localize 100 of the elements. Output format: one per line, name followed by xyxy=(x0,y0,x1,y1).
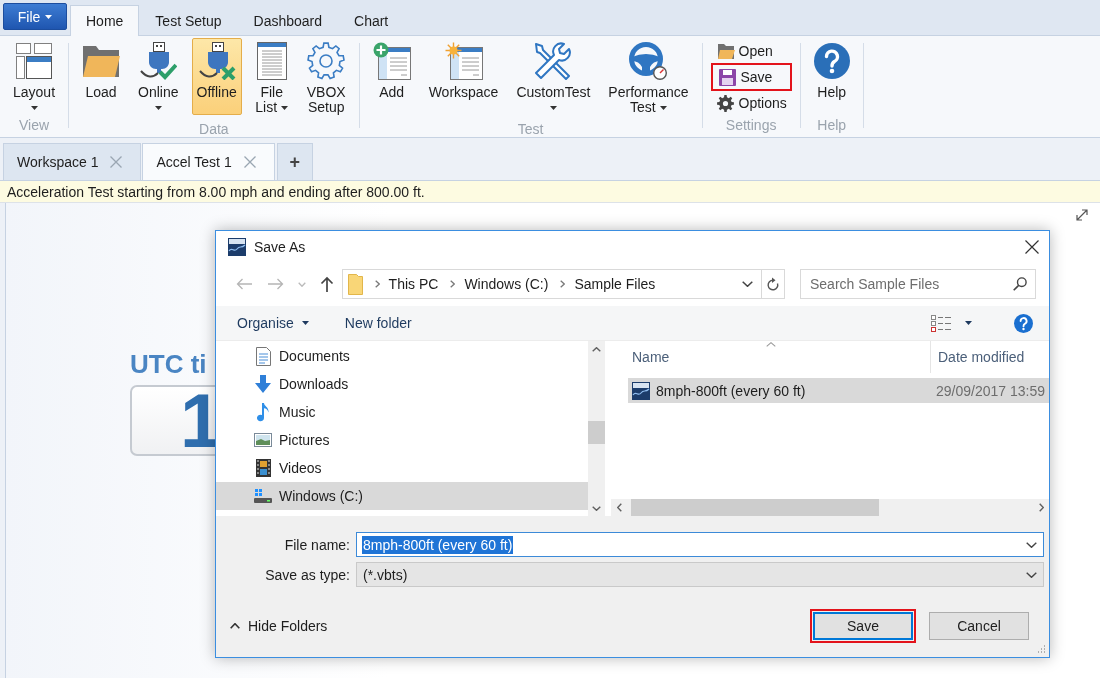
search-icon xyxy=(1013,277,1027,291)
breadcrumb-item[interactable]: Windows (C:) xyxy=(464,276,549,292)
chevron-right-icon xyxy=(450,280,456,288)
folder-icon xyxy=(347,273,363,295)
ribbon-button[interactable]: Options xyxy=(710,91,792,115)
help-icon xyxy=(813,43,850,79)
caret-icon xyxy=(965,321,972,325)
vertical-scrollbar[interactable] xyxy=(588,341,605,516)
dialog-button[interactable]: Cancel xyxy=(929,612,1029,640)
hide-folders-button[interactable]: Hide Folders xyxy=(230,618,328,634)
chevron-down-icon[interactable] xyxy=(1026,571,1037,578)
file-menu-button[interactable]: File xyxy=(3,3,67,30)
caret-icon xyxy=(45,14,53,19)
music-note-icon xyxy=(257,402,269,422)
chevron-down-icon[interactable] xyxy=(1026,541,1037,548)
scroll-right-icon[interactable] xyxy=(1039,503,1044,512)
nav-item[interactable]: Documents xyxy=(216,342,588,370)
gear-icon xyxy=(307,42,346,80)
nav-item[interactable]: Videos xyxy=(216,454,588,482)
ribbon-button[interactable]: Add xyxy=(367,38,416,115)
document-list-icon xyxy=(256,42,287,80)
usb-plug-check-icon xyxy=(139,42,178,80)
scroll-up-icon[interactable] xyxy=(592,347,601,352)
ribbon-button[interactable]: Load xyxy=(77,38,126,115)
caret-icon xyxy=(301,321,309,325)
widget-heading: UTC ti xyxy=(130,349,207,379)
resize-grip-icon xyxy=(1037,645,1046,654)
folder-icon xyxy=(716,43,735,59)
file-row[interactable]: 8mph-800ft (every 60 ft) 29/09/2017 13:59 xyxy=(628,378,1049,403)
scroll-down-icon[interactable] xyxy=(592,506,601,511)
ribbon-button[interactable]: CustomTest xyxy=(511,38,596,115)
ribbon-button[interactable]: File List xyxy=(249,38,294,119)
ribbon-button[interactable]: Layout xyxy=(8,38,61,115)
file-name: 8mph-800ft (every 60 ft) xyxy=(656,382,806,399)
scrollbar-thumb[interactable] xyxy=(631,499,879,516)
chevron-right-icon xyxy=(560,280,566,288)
up-arrow-icon[interactable] xyxy=(319,276,334,292)
folder-icon xyxy=(82,45,121,77)
picture-icon xyxy=(254,433,272,447)
dialog-button[interactable]: Save xyxy=(813,612,913,640)
layout-icon xyxy=(15,43,53,79)
scroll-left-icon[interactable] xyxy=(617,503,622,512)
ribbon-tab[interactable]: Chart xyxy=(338,5,405,36)
organise-button[interactable]: Organise xyxy=(237,315,309,331)
document-icon xyxy=(255,346,271,366)
group-label: Help xyxy=(816,116,848,135)
search-field[interactable]: Search Sample Files xyxy=(800,269,1036,299)
scrollbar-thumb[interactable] xyxy=(588,421,605,444)
ribbon-button[interactable]: Offline xyxy=(191,38,242,115)
ribbon-button[interactable]: Open xyxy=(710,39,792,63)
drive-icon xyxy=(254,489,272,503)
ribbon-tab[interactable]: Home xyxy=(70,5,140,36)
dialog-title: Save As xyxy=(254,239,307,255)
expand-icon[interactable] xyxy=(1076,209,1088,221)
chevron-right-icon xyxy=(374,280,380,288)
window-sun-icon xyxy=(444,42,483,80)
film-strip-icon xyxy=(255,459,271,477)
app-logo-icon xyxy=(632,381,650,400)
breadcrumb-item[interactable]: Sample Files xyxy=(574,276,656,292)
download-arrow-icon xyxy=(255,375,271,393)
usb-plug-cross-icon xyxy=(197,42,236,80)
file-type-select[interactable]: (*.vbts) xyxy=(356,562,1044,587)
chevron-down-icon[interactable] xyxy=(742,281,753,287)
file-name-field[interactable]: 8mph-800ft (every 60 ft) xyxy=(356,532,1044,557)
ribbon-button[interactable]: Save xyxy=(712,65,790,89)
gear-icon xyxy=(717,94,734,112)
ribbon-tab[interactable]: Dashboard xyxy=(237,5,338,36)
ribbon-button[interactable]: Help xyxy=(808,38,855,115)
group-label: View xyxy=(17,116,51,135)
ribbon-button[interactable]: Performance Test xyxy=(603,38,694,119)
refresh-icon[interactable] xyxy=(767,277,779,291)
horizontal-scrollbar[interactable] xyxy=(611,499,1049,516)
sort-caret-icon xyxy=(765,342,776,347)
ribbon-tab[interactable]: Test Setup xyxy=(139,5,238,36)
group-label: Data xyxy=(198,120,230,139)
document-tab[interactable]: Workspace 1 xyxy=(3,143,142,180)
chevron-up-icon xyxy=(230,623,240,629)
view-options-icon[interactable] xyxy=(931,314,951,332)
nav-item[interactable]: Windows (C:) xyxy=(216,482,588,510)
breadcrumb-item[interactable]: This PC xyxy=(388,276,439,292)
ribbon-button[interactable]: Workspace xyxy=(423,38,504,115)
group-label: Test xyxy=(516,120,545,139)
new-folder-button[interactable]: New folder xyxy=(344,315,412,331)
wrench-screwdriver-icon xyxy=(534,42,573,80)
new-tab-button[interactable]: + xyxy=(276,143,313,180)
info-bar: Acceleration Test starting from 8.00 mph and ending after 800.00 ft. xyxy=(0,180,1100,203)
field-label: File name: xyxy=(283,536,351,553)
field-label: Save as type: xyxy=(264,566,351,583)
help-icon[interactable] xyxy=(1014,313,1033,333)
address-bar[interactable]: This PC Windows (C:) Sample Files xyxy=(341,269,785,299)
document-tab[interactable]: Accel Test 1 xyxy=(142,143,275,180)
steering-wheel-icon xyxy=(629,42,668,80)
ribbon-button[interactable]: VBOX Setup xyxy=(301,38,351,119)
group-label: Settings xyxy=(724,116,778,135)
column-header[interactable]: Name xyxy=(611,349,930,365)
close-icon[interactable] xyxy=(1025,240,1039,254)
date-modified: 29/09/2017 13:59 xyxy=(935,382,1045,399)
window-plus-icon xyxy=(372,42,411,80)
ribbon-button[interactable]: Online xyxy=(133,38,184,115)
column-header[interactable]: Date modified xyxy=(931,349,1025,365)
